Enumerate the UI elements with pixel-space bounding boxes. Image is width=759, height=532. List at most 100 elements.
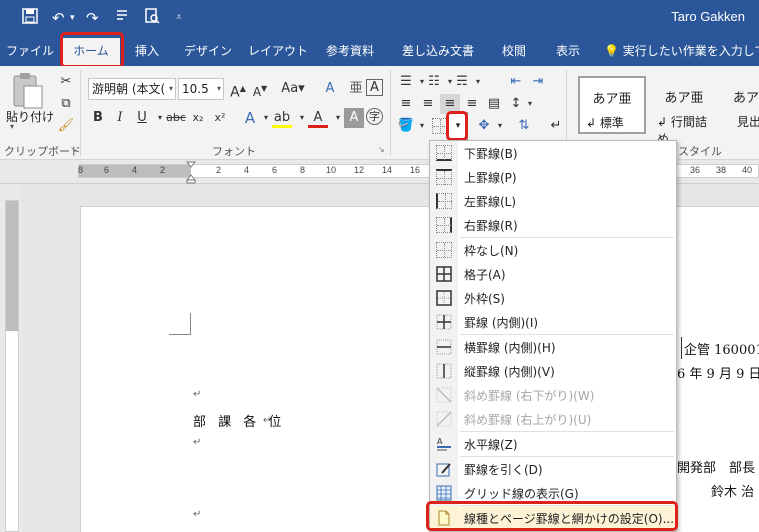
menu-item-label: 左罫線(L) (464, 195, 517, 209)
decrease-indent-icon[interactable]: ⇤ (506, 72, 526, 92)
menu-item-inside-borders[interactable]: 罫線 (内側)(I) (430, 310, 676, 334)
subscript-icon[interactable]: x₂ (188, 108, 208, 128)
bold-icon[interactable]: B (88, 108, 108, 128)
font-name-combo[interactable]: 游明朝 (本文( ▾ (88, 78, 176, 100)
tab-view[interactable]: 表示 (546, 36, 590, 66)
menu-item-inside-vertical[interactable]: 縦罫線 (内側)(V) (430, 359, 676, 383)
save-icon[interactable] (22, 8, 38, 28)
distributed-icon[interactable]: ▤ (484, 94, 504, 114)
ruler-number: 2 (160, 165, 166, 175)
tab-layout[interactable]: レイアウト (246, 36, 310, 66)
redo-icon[interactable]: ↷ (86, 8, 99, 28)
undo-icon[interactable]: ↶ (52, 8, 65, 28)
no-border-icon (436, 242, 452, 258)
menu-item-label: 罫線を引く(D) (464, 463, 543, 477)
document-text[interactable]: 6 年 9 月 9 日 (677, 363, 759, 382)
character-border-icon[interactable]: A (366, 79, 383, 96)
undo-dropdown-icon[interactable]: ▾ (70, 8, 75, 28)
grow-font-icon[interactable]: A▲ (228, 79, 248, 101)
menu-item-bottom-border[interactable]: 下罫線(B) (430, 141, 676, 165)
format-painter-icon[interactable]: 🖌 (56, 116, 76, 136)
menu-item-left-border[interactable]: 左罫線(L) (430, 189, 676, 213)
multilevel-dropdown-icon[interactable]: ▾ (468, 72, 488, 92)
tab-design[interactable]: デザイン (178, 36, 238, 66)
ruler-number: 4 (244, 165, 250, 175)
view-gridlines-icon (436, 485, 452, 501)
tab-references[interactable]: 参考資料 (318, 36, 382, 66)
document-text[interactable]: 鈴木 治 (711, 481, 754, 500)
inside-horizontal-border-icon (436, 339, 452, 355)
ruler-number: 6 (104, 165, 110, 175)
touch-mode-icon[interactable] (115, 8, 129, 28)
font-launcher-icon[interactable]: ↘ (378, 145, 385, 154)
draw-table-icon (436, 461, 452, 477)
diagonal-down-border-icon (436, 387, 452, 403)
cut-icon[interactable]: ✂ (56, 72, 76, 92)
menu-item-all-borders[interactable]: 格子(A) (430, 262, 676, 286)
style-no-spacing[interactable]: あア亜 ↲ 行間詰め (650, 76, 718, 146)
menu-item-label: 格子(A) (464, 268, 506, 282)
shrink-font-icon[interactable]: A▼ (250, 79, 270, 99)
inside-vertical-border-icon (436, 363, 452, 379)
increase-indent-icon[interactable]: ⇥ (528, 72, 548, 92)
tell-me-box[interactable]: 💡 実行したい作業を入力してく (604, 36, 759, 66)
indent-marker[interactable] (185, 160, 197, 184)
phonetic-guide-icon[interactable]: 亜 (346, 79, 366, 99)
align-center-icon[interactable]: ≡ (418, 94, 438, 114)
menu-item-horizontal-line[interactable]: A 水平線(Z) (430, 432, 676, 456)
paste-dropdown-icon[interactable]: ▾ (10, 122, 14, 131)
style-sample: あア (733, 91, 759, 106)
menu-item-draw-table[interactable]: 罫線を引く(D) (430, 457, 676, 481)
font-size-combo[interactable]: 10.5 ▾ (178, 78, 224, 100)
ruler-number: 6 (272, 165, 278, 175)
style-normal[interactable]: あア亜 ↲ 標準 (578, 76, 646, 134)
change-case-icon[interactable]: Aa▾ (278, 79, 308, 99)
style-heading[interactable]: あア 見出 (722, 76, 759, 134)
menu-item-top-border[interactable]: 上罫線(P) (430, 165, 676, 189)
tell-me-text: 実行したい作業を入力してく (622, 44, 759, 58)
user-name[interactable]: Taro Gakken (671, 9, 745, 24)
show-hide-icon[interactable]: ↵ (546, 116, 566, 136)
print-preview-icon[interactable] (144, 8, 160, 28)
chevron-down-icon[interactable]: ▾ (217, 79, 221, 99)
highlight-color-icon[interactable]: ab (272, 108, 292, 128)
asian-layout-dropdown-icon[interactable]: ▾ (490, 116, 510, 136)
vertical-ruler[interactable] (0, 184, 22, 532)
chevron-down-icon[interactable]: ▾ (169, 79, 173, 99)
document-text[interactable]: 部 課 各 位 (193, 411, 285, 430)
tab-file[interactable]: ファイル (4, 36, 56, 66)
menu-item-inside-horizontal[interactable]: 横罫線 (内側)(H) (430, 335, 676, 359)
clear-formatting-icon[interactable]: A (320, 79, 340, 99)
style-name: ↲ 標準 (586, 116, 624, 130)
superscript-icon[interactable]: x² (210, 108, 230, 128)
align-left-icon[interactable]: ≡ (396, 94, 416, 114)
menu-item-label: 罫線 (内側)(I) (464, 316, 539, 330)
margin-corner-mark (169, 313, 191, 335)
menu-item-no-border[interactable]: 枠なし(N) (430, 238, 676, 262)
clipboard-launcher-icon[interactable]: ↘ (70, 145, 77, 154)
sort-icon[interactable]: ⇅ (514, 116, 534, 136)
character-shading-icon[interactable]: A (344, 108, 364, 128)
document-text[interactable]: 企管 160001 (684, 339, 759, 358)
font-color-icon[interactable]: A (308, 108, 328, 128)
strikethrough-icon[interactable]: abc (164, 108, 188, 128)
menu-item-right-border[interactable]: 右罫線(R) (430, 213, 676, 237)
customize-icon[interactable]: ⩡ (176, 8, 182, 28)
paragraph-mark: ↵ (193, 389, 202, 400)
font-size-value: 10.5 (182, 82, 209, 96)
menu-item-outside-borders[interactable]: 外枠(S) (430, 286, 676, 310)
tab-review[interactable]: 校閲 (492, 36, 536, 66)
italic-icon[interactable]: I (110, 108, 130, 128)
ruler-number: 2 (216, 165, 222, 175)
shading-dropdown-icon[interactable]: ▾ (412, 116, 432, 136)
document-text[interactable]: 開発部 部長 (677, 457, 755, 476)
tab-insert[interactable]: 挿入 (124, 36, 170, 66)
line-spacing-dropdown-icon[interactable]: ▾ (520, 94, 540, 114)
styles-group-label: スタイル (678, 145, 722, 158)
tab-mailings[interactable]: 差し込み文書 (394, 36, 482, 66)
underline-icon[interactable]: U (132, 108, 152, 128)
paste-icon[interactable] (10, 72, 46, 112)
enclose-characters-icon[interactable]: 字 (366, 108, 383, 125)
borders-and-shading-highlight (426, 501, 678, 531)
copy-icon[interactable]: ⧉ (56, 94, 76, 114)
